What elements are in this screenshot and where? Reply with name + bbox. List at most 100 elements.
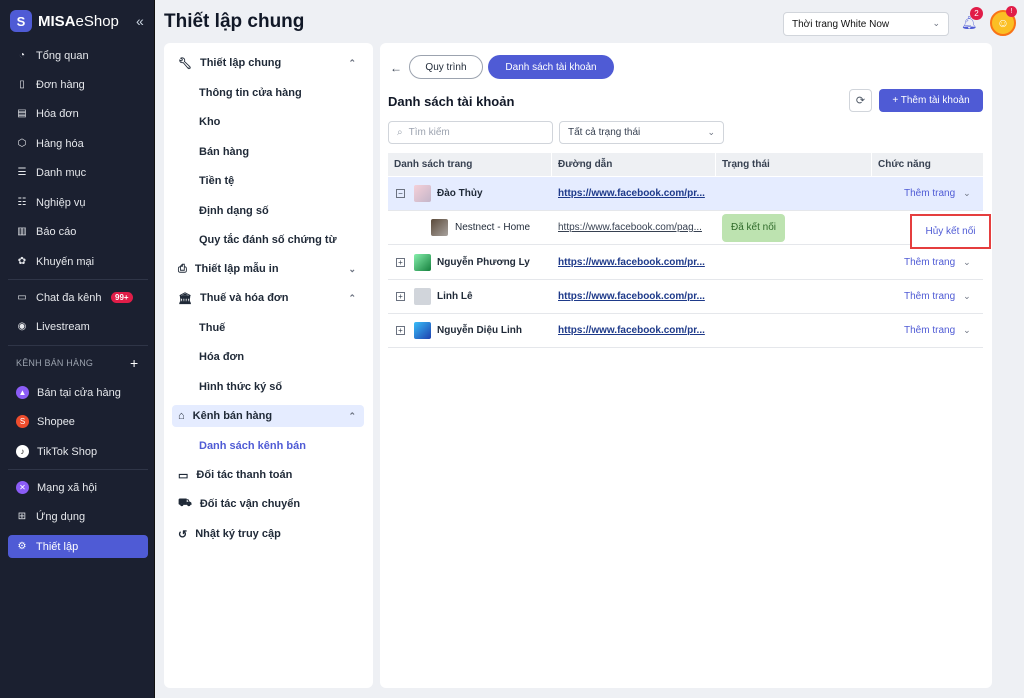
add-page-button[interactable]: Thêm trang ⌄ (904, 257, 971, 268)
menu-channel-list[interactable]: Danh sách kênh bán (199, 440, 306, 452)
menu-group-label: Đối tác vận chuyển (199, 498, 301, 510)
store-select[interactable]: Thời trang White Now ⌄ (783, 12, 949, 36)
collapse-row-icon[interactable]: − (396, 189, 405, 198)
menu-invoice[interactable]: Hóa đơn (199, 351, 244, 363)
refresh-icon: ⟳ (855, 95, 866, 107)
chevron-down-icon: ⌄ (707, 127, 715, 137)
notification-badge: 2 (970, 7, 983, 20)
invoice-icon: ▤ (17, 108, 27, 119)
page-name: Nestnect - Home (455, 222, 531, 233)
sidebar-item-reports[interactable]: ▥ Báo cáo (8, 220, 148, 243)
back-arrow-icon[interactable]: ← (390, 61, 402, 75)
sidebar-item-label: Danh mục (36, 166, 87, 179)
menu-shipping-partners[interactable]: ⛟ Đối tác vận chuyển (172, 493, 364, 515)
menu-store-info[interactable]: Thông tin cửa hàng (199, 87, 302, 99)
table-row[interactable]: + Linh Lê https://www.facebook.com/pr...… (388, 280, 983, 314)
sidebar-item-invoices[interactable]: ▤ Hóa đơn (8, 102, 148, 125)
page-link[interactable]: https://www.facebook.com/pr... (558, 257, 708, 268)
social-network-icon: ✕ (16, 481, 29, 494)
accounts-panel: ← Quy trình Danh sách tài khoản Danh sác… (380, 43, 992, 688)
menu-tax[interactable]: Thuế (199, 322, 225, 334)
sidebar-item-label: Khuyến mại (36, 255, 95, 268)
sidebar-item-promotions[interactable]: ✿ Khuyến mại (8, 250, 148, 273)
menu-access-log[interactable]: ↺ Nhật ký truy cập (172, 523, 364, 545)
disconnect-button[interactable]: Hủy kết nối (910, 214, 991, 249)
sidebar-item-catalog[interactable]: ☰ Danh mục (8, 161, 148, 184)
sidebar-item-operations[interactable]: ☷ Nghiệp vụ (8, 191, 148, 214)
table-header: Danh sách trang Đường dẫn Trạng thái Chứ… (388, 153, 983, 176)
column-header: Trạng thái (716, 153, 872, 176)
chevron-down-icon: ⌄ (348, 263, 356, 274)
expand-row-icon[interactable]: + (396, 326, 405, 335)
page-name: Nguyễn Phương Ly (437, 257, 530, 268)
menu-group-label: Kênh bán hàng (192, 410, 273, 422)
page-title: Thiết lập chung (164, 11, 305, 32)
table-row[interactable]: + Nguyễn Phương Ly https://www.facebook.… (388, 246, 983, 280)
expand-row-icon[interactable]: + (396, 292, 405, 301)
menu-warehouse[interactable]: Kho (199, 116, 220, 128)
sidebar-item-store-sales[interactable]: ▲ Bán tại cửa hàng (8, 381, 148, 404)
menu-number-format[interactable]: Định dạng số (199, 205, 269, 217)
search-placeholder: Tìm kiếm (408, 127, 450, 138)
store-icon: ▲ (16, 386, 29, 399)
settings-menu-panel: 🔧︎ Thiết lập chung ⌃ Thông tin cửa hàng Kh… (164, 43, 373, 688)
menu-payment-partners[interactable]: ▭ Đối tác thanh toán (172, 464, 364, 486)
menu-currency[interactable]: Tiền tệ (199, 175, 234, 187)
page-avatar (414, 288, 431, 305)
page-link[interactable]: https://www.facebook.com/pr... (558, 188, 708, 199)
sidebar-item-social[interactable]: ✕ Mạng xã hội (8, 476, 148, 499)
table-row[interactable]: Nestnect - Home https://www.facebook.com… (388, 211, 983, 245)
sidebar-item-orders[interactable]: ▯ Đơn hàng (8, 73, 148, 96)
sidebar-item-label: Bán tại cửa hàng (37, 386, 121, 399)
sidebar-item-shopee[interactable]: S Shopee (8, 410, 148, 433)
add-account-button[interactable]: + Thêm tài khoản (879, 89, 983, 112)
search-input[interactable]: ⌕ Tìm kiếm (388, 121, 553, 144)
page-link[interactable]: https://www.facebook.com/pr... (558, 325, 708, 336)
chevron-down-icon: ⌄ (932, 18, 940, 28)
refresh-button[interactable]: ⟳ (849, 89, 872, 112)
sidebar-divider (8, 469, 148, 470)
sidebar-item-tiktok[interactable]: ♪ TikTok Shop (8, 440, 148, 463)
menu-sales[interactable]: Bán hàng (199, 146, 249, 158)
collapse-sidebar-icon[interactable]: « (136, 13, 144, 29)
add-page-button[interactable]: Thêm trang ⌄ (904, 188, 971, 199)
truck-icon: ⛟ (178, 497, 192, 509)
menu-document-numbering[interactable]: Quy tắc đánh số chứng từ (199, 234, 337, 246)
expand-row-icon[interactable]: + (396, 258, 405, 267)
add-channel-icon[interactable]: + (130, 355, 138, 371)
misa-logo-icon: S (10, 10, 32, 32)
sidebar-item-label: Shopee (37, 415, 75, 428)
sidebar-item-label: Báo cáo (36, 225, 77, 238)
add-page-button[interactable]: Thêm trang ⌄ (904, 325, 971, 336)
tab-account-list[interactable]: Danh sách tài khoản (488, 55, 614, 79)
bank-icon: 🏛︎ (178, 292, 192, 305)
page-avatar (414, 185, 431, 202)
column-header: Đường dẫn (552, 153, 716, 176)
table-row[interactable]: − Đào Thủy https://www.facebook.com/pr..… (388, 177, 983, 211)
table-row[interactable]: + Nguyễn Diệu Linh https://www.facebook.… (388, 314, 983, 348)
sidebar-item-label: Ứng dụng (36, 510, 86, 523)
menu-sales-channels[interactable]: ⌂ Kênh bán hàng ⌃ (172, 405, 364, 427)
sidebar-item-settings[interactable]: ⚙ Thiết lập (8, 535, 148, 558)
sales-channels-heading: KÊNH BÁN HÀNG (16, 358, 94, 368)
tab-process[interactable]: Quy trình (409, 55, 483, 79)
store-select-value: Thời trang White Now (792, 18, 890, 30)
page-link[interactable]: https://www.facebook.com/pr... (558, 291, 708, 302)
sidebar-item-overview[interactable]: ◔ Tổng quan (8, 44, 148, 67)
menu-digital-signature[interactable]: Hình thức ký số (199, 381, 282, 393)
brand-logo[interactable]: S MISAeShop (10, 10, 119, 32)
page-avatar (414, 254, 431, 271)
chevron-down-icon: ⌄ (963, 325, 971, 335)
sidebar-item-livestream[interactable]: ◉ Livestream (8, 315, 148, 338)
menu-print-templates[interactable]: ⎙ Thiết lập mẫu in ⌄ (172, 258, 364, 280)
page-link[interactable]: https://www.facebook.com/pag... (558, 222, 708, 233)
add-page-button[interactable]: Thêm trang ⌄ (904, 291, 971, 302)
sidebar-item-apps[interactable]: ⊞ Ứng dụng (8, 505, 148, 528)
menu-general-settings[interactable]: 🔧︎ Thiết lập chung ⌃ (172, 52, 364, 74)
menu-tax-invoice[interactable]: 🏛︎ Thuế và hóa đơn ⌃ (172, 287, 364, 309)
page-avatar (431, 219, 448, 236)
add-page-label: Thêm trang (904, 257, 956, 268)
sidebar-item-products[interactable]: ⬡ Hàng hóa (8, 132, 148, 155)
status-filter-select[interactable]: Tất cả trạng thái ⌄ (559, 121, 724, 144)
section-title: Danh sách tài khoản (388, 94, 515, 109)
